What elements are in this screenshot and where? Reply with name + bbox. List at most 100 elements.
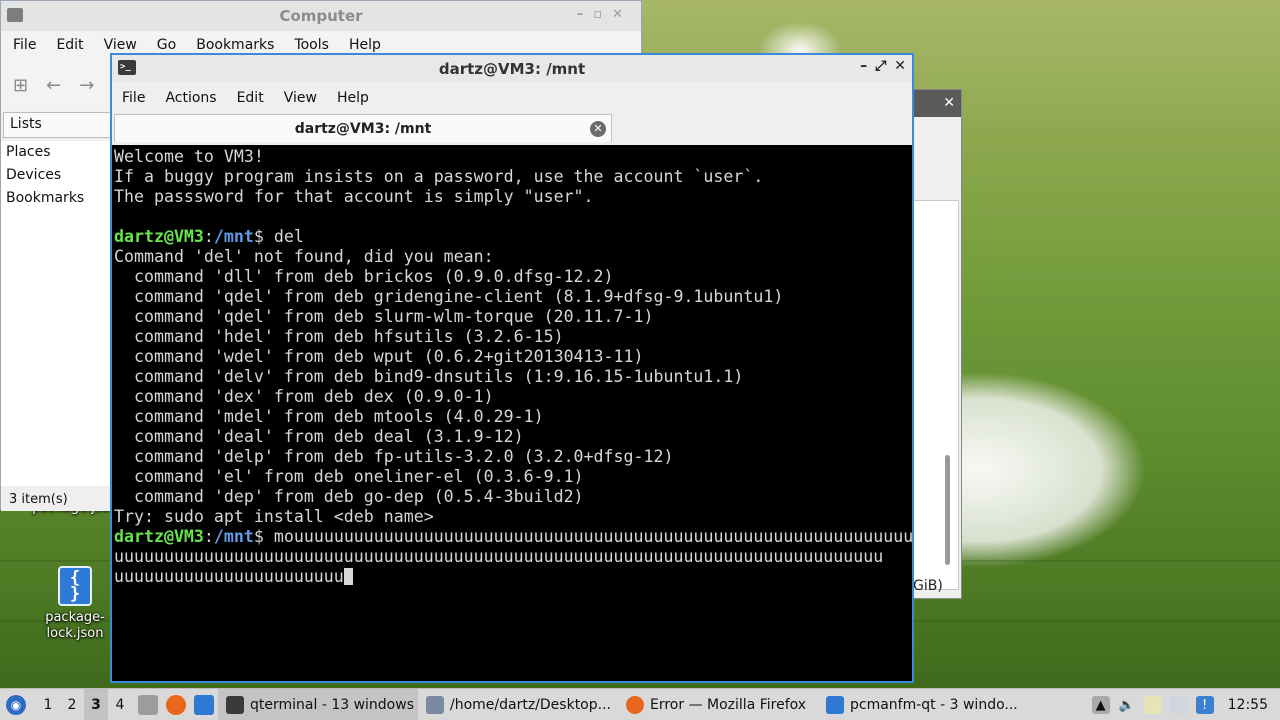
typed-command: uuuuuuuuuuuuuuuuuuuuuuu bbox=[114, 567, 344, 586]
prompt-path: /mnt bbox=[213, 227, 254, 246]
menu-help[interactable]: Help bbox=[327, 90, 379, 106]
desktop-icon-package-lock-json[interactable]: { } package-lock.json bbox=[30, 566, 120, 642]
tab-close-icon[interactable]: ✕ bbox=[590, 121, 606, 137]
text-editor-icon bbox=[426, 695, 444, 714]
clock[interactable]: 12:55 bbox=[1228, 697, 1268, 713]
menu-view[interactable]: View bbox=[274, 90, 327, 106]
network-icon[interactable] bbox=[1169, 696, 1188, 714]
terminal-line: command 'deal' from deb deal (3.1.9-12) bbox=[114, 427, 524, 446]
menu-go[interactable]: Go bbox=[147, 37, 186, 53]
menu-file[interactable]: File bbox=[3, 37, 46, 53]
side-pane-selector[interactable]: Lists bbox=[3, 112, 111, 138]
task-firefox[interactable]: Error — Mozilla Firefox bbox=[618, 689, 818, 720]
terminal-tabbar: dartz@VM3: /mnt ✕ bbox=[112, 113, 912, 143]
side-item-bookmarks[interactable]: Bookmarks bbox=[1, 187, 111, 210]
terminal-line: command 'mdel' from deb mtools (4.0.29-1… bbox=[114, 407, 544, 426]
window-controls: – ⤢ ✕ bbox=[860, 58, 906, 74]
folder-icon bbox=[826, 695, 844, 714]
task-qterminal[interactable]: qterminal - 13 windows bbox=[218, 688, 418, 720]
prompt-separator: : bbox=[203, 527, 214, 546]
background-window: ✕ GiB) bbox=[912, 89, 962, 599]
task-label: qterminal - 13 windows bbox=[250, 696, 414, 713]
menu-view[interactable]: View bbox=[94, 37, 147, 53]
terminal-tab[interactable]: dartz@VM3: /mnt ✕ bbox=[114, 114, 612, 142]
back-arrow-icon[interactable]: ← bbox=[46, 75, 61, 96]
disk-size-fragment: GiB) bbox=[913, 578, 943, 594]
terminal-line: command 'el' from deb oneliner-el (0.3.6… bbox=[114, 467, 584, 486]
system-tray: ▲ 🔈 ! 12:55 bbox=[1091, 689, 1280, 720]
update-notifier-icon[interactable]: ! bbox=[1195, 696, 1214, 714]
menu-edit[interactable]: Edit bbox=[46, 37, 93, 53]
prompt-path: /mnt bbox=[213, 527, 254, 546]
terminal-line: The passsword for that account is simply… bbox=[114, 187, 594, 206]
tray-expand-icon[interactable]: ▲ bbox=[1091, 696, 1110, 714]
side-pane-list: Places Devices Bookmarks bbox=[1, 141, 111, 486]
clipboard-icon[interactable] bbox=[1143, 696, 1162, 714]
desktop-3-button[interactable]: 3 bbox=[84, 688, 108, 720]
prompt-user: dartz@VM3 bbox=[114, 527, 204, 546]
firefox-launcher-icon[interactable] bbox=[166, 694, 186, 715]
menu-tools[interactable]: Tools bbox=[284, 37, 339, 53]
desktop-4-button[interactable]: 4 bbox=[108, 689, 132, 720]
forward-arrow-icon[interactable]: → bbox=[79, 75, 94, 96]
volume-icon[interactable]: 🔈 bbox=[1118, 696, 1136, 714]
prompt-symbol: $ bbox=[253, 527, 264, 546]
menu-file[interactable]: File bbox=[112, 90, 155, 106]
terminal-line: command 'dll' from deb brickos (0.9.0.df… bbox=[114, 267, 614, 286]
terminal-line: command 'delp' from deb fp-utils-3.2.0 (… bbox=[114, 447, 674, 466]
terminal-line: uuuuuuuuuuuuuuuuuuuuuuuuuuuuuuuuuuuuuuuu… bbox=[114, 547, 884, 566]
side-item-places[interactable]: Places bbox=[1, 141, 111, 164]
terminal-line: command 'hdel' from deb hfsutils (3.2.6-… bbox=[114, 327, 564, 346]
menu-bookmarks[interactable]: Bookmarks bbox=[186, 37, 284, 53]
terminal-line: command 'dex' from deb dex (0.9.0-1) bbox=[114, 387, 494, 406]
minimize-icon[interactable]: – bbox=[860, 58, 867, 74]
task-list: qterminal - 13 windows /home/dartz/Deskt… bbox=[218, 688, 1018, 720]
task-label: Error — Mozilla Firefox bbox=[650, 696, 807, 713]
terminal-line: Command 'del' not found, did you mean: bbox=[114, 247, 494, 266]
file-manager-titlebar[interactable]: Computer –▫✕ bbox=[1, 1, 641, 31]
background-window-content bbox=[913, 200, 959, 590]
window-title: dartz@VM3: /mnt bbox=[438, 59, 586, 78]
menu-help[interactable]: Help bbox=[339, 37, 391, 53]
terminal-line: command 'delv' from deb bind9-dnsutils (… bbox=[114, 367, 744, 386]
files-launcher-icon[interactable] bbox=[138, 694, 158, 715]
new-tab-icon[interactable]: ⊞ bbox=[13, 75, 28, 96]
taskbar: ◉ 1 2 3 4 qterminal - 13 windows /home/d… bbox=[0, 688, 1280, 720]
terminal-prompt-line: dartz@VM3:/mnt$ mouuuuuuuuuuuuuuuuuuuuuu… bbox=[114, 527, 912, 547]
prompt-separator: : bbox=[203, 227, 214, 246]
close-icon[interactable]: ✕ bbox=[943, 95, 955, 111]
show-desktop-icon[interactable] bbox=[194, 694, 214, 715]
terminal-input-line: uuuuuuuuuuuuuuuuuuuuuuu bbox=[114, 567, 910, 587]
lubuntu-logo-icon: ◉ bbox=[6, 694, 26, 715]
desktop-icon-label: package-lock.json bbox=[45, 610, 105, 641]
status-bar: 3 item(s) bbox=[1, 489, 111, 511]
start-menu-button[interactable]: ◉ bbox=[0, 689, 32, 720]
window-controls[interactable]: –▫✕ bbox=[577, 7, 633, 22]
typed-command: mouuuuuuuuuuuuuuuuuuuuuuuuuuuuuuuuuuuuuu… bbox=[263, 527, 912, 546]
close-icon[interactable]: ✕ bbox=[894, 58, 906, 74]
terminal-line: Try: sudo apt install <deb name> bbox=[114, 507, 434, 526]
desktop-2-button[interactable]: 2 bbox=[60, 689, 84, 720]
task-label: /home/dartz/Desktop... bbox=[450, 696, 611, 713]
terminal-window: >_ dartz@VM3: /mnt – ⤢ ✕ File Actions Ed… bbox=[110, 53, 914, 683]
terminal-line: command 'qdel' from deb gridengine-clien… bbox=[114, 287, 784, 306]
scrollbar[interactable] bbox=[945, 455, 950, 565]
folder-icon bbox=[7, 8, 23, 22]
terminal-output[interactable]: Welcome to VM3! If a buggy program insist… bbox=[112, 145, 912, 681]
desktop-1-button[interactable]: 1 bbox=[36, 689, 60, 720]
background-window-titlebar[interactable]: ✕ bbox=[913, 90, 961, 117]
task-label: pcmanfm-qt - 3 windo... bbox=[850, 696, 1018, 713]
terminal-titlebar[interactable]: >_ dartz@VM3: /mnt – ⤢ ✕ bbox=[112, 55, 912, 82]
terminal-line: Welcome to VM3! bbox=[114, 147, 264, 166]
task-text-editor[interactable]: /home/dartz/Desktop... bbox=[418, 689, 618, 720]
maximize-icon[interactable]: ⤢ bbox=[875, 58, 886, 74]
terminal-icon: >_ bbox=[118, 60, 136, 75]
text-cursor bbox=[343, 568, 353, 585]
menu-edit[interactable]: Edit bbox=[227, 90, 274, 106]
task-pcmanfm[interactable]: pcmanfm-qt - 3 windo... bbox=[818, 689, 1018, 720]
menu-actions[interactable]: Actions bbox=[155, 90, 226, 106]
side-item-devices[interactable]: Devices bbox=[1, 164, 111, 187]
terminal-prompt-line: dartz@VM3:/mnt$ del bbox=[114, 227, 910, 247]
terminal-menubar: File Actions Edit View Help bbox=[112, 82, 912, 113]
